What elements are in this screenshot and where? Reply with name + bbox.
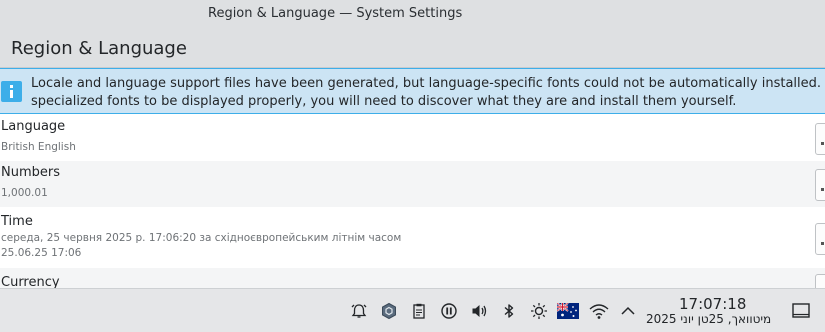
clock-time[interactable]: 17:07:18 — [679, 295, 746, 313]
setting-label-language: Language — [1, 119, 66, 134]
modify-time-button[interactable] — [815, 223, 825, 255]
setting-value-numbers: 1,000.01 — [1, 187, 48, 199]
setting-row-currency: Currency — [0, 268, 825, 288]
show-desktop-icon[interactable] — [791, 301, 811, 321]
clipboard-icon[interactable] — [410, 302, 428, 320]
bluetooth-icon[interactable] — [500, 302, 518, 320]
setting-row-numbers: Numbers 1,000.01 — [0, 161, 825, 207]
window-title: Region & Language — System Settings — [208, 6, 463, 21]
setting-value-time-short: 25.06.25 17:06 — [1, 247, 82, 259]
wifi-icon[interactable] — [588, 302, 610, 320]
info-banner: Locale and language support files have b… — [0, 68, 825, 114]
media-pause-icon[interactable] — [440, 302, 458, 320]
setting-label-numbers: Numbers — [1, 165, 60, 180]
keyboard-layout-flag-icon[interactable] — [557, 303, 579, 319]
setting-value-language: British English — [1, 141, 76, 153]
setting-label-currency: Currency — [1, 275, 60, 288]
modify-numbers-button[interactable] — [815, 169, 825, 201]
window-titlebar[interactable]: Region & Language — System Settings — [0, 0, 825, 30]
modify-language-button[interactable] — [815, 123, 825, 155]
setting-row-time: Time середа, 25 червня 2025 р. 17:06:20 … — [0, 207, 825, 268]
taskbar: 17:07:18 מיטוואך, 25טן יוני 2025 — [0, 288, 825, 332]
setting-value-time-long: середа, 25 червня 2025 р. 17:06:20 за сх… — [1, 232, 402, 244]
info-banner-line-1: Locale and language support files have b… — [31, 76, 825, 91]
package-icon[interactable] — [380, 302, 398, 320]
modify-currency-button[interactable] — [815, 274, 825, 288]
page-header: Region & Language — [0, 30, 825, 68]
page-title: Region & Language — [11, 38, 187, 59]
volume-icon[interactable] — [470, 302, 488, 320]
info-icon — [1, 81, 22, 102]
alarm-icon[interactable] — [350, 302, 368, 320]
clock-date[interactable]: מיטוואך, 25טן יוני 2025 — [646, 312, 771, 326]
info-banner-message: Locale and language support files have b… — [31, 75, 825, 111]
brightness-icon[interactable] — [530, 302, 548, 320]
setting-row-language: Language British English — [0, 115, 825, 161]
tray-expand-icon[interactable] — [619, 302, 637, 320]
setting-label-time: Time — [1, 214, 33, 229]
info-banner-line-2: specialized fonts to be displayed proper… — [31, 94, 737, 109]
